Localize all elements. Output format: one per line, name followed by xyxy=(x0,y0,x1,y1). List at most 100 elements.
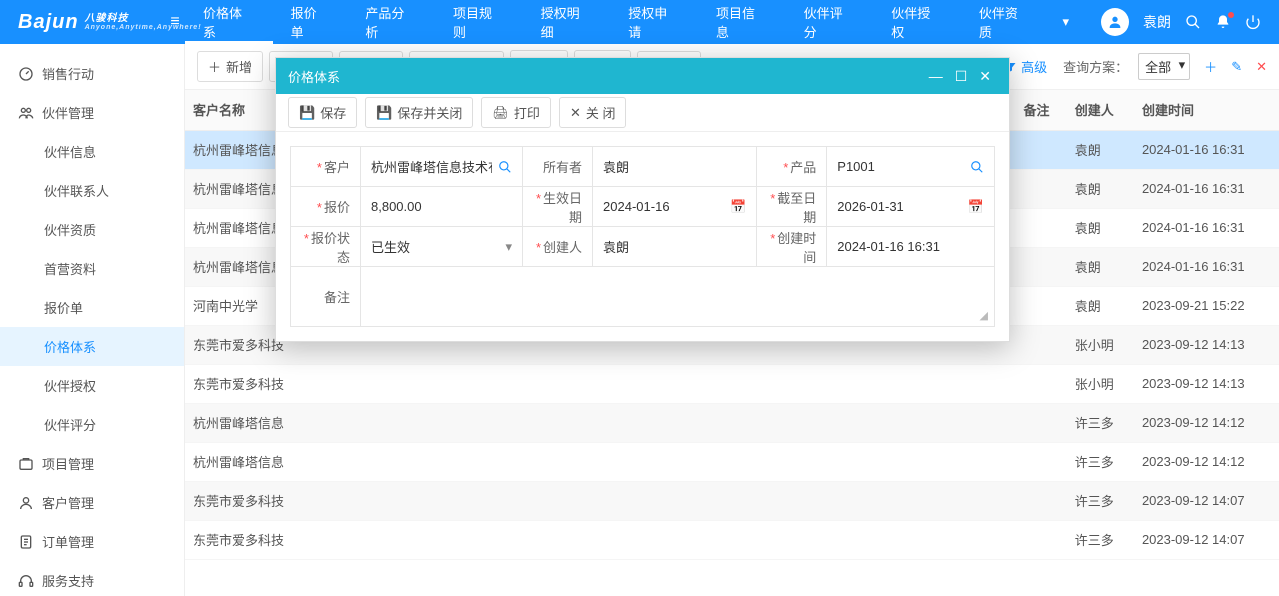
lbl-status: 报价状态 xyxy=(291,227,361,267)
table-cell: 2024-01-16 16:31 xyxy=(1134,169,1279,208)
topbar: Bajun 八骏科技 Anyone,Anytime,Anywhere! ≡ 价格… xyxy=(0,0,1279,44)
nav-tab[interactable]: 伙伴评分 xyxy=(786,0,874,44)
table-cell xyxy=(316,520,399,559)
lbl-createtime: 创建时间 xyxy=(757,227,827,267)
input-memo[interactable] xyxy=(371,271,984,319)
table-cell xyxy=(849,364,932,403)
sidebar-subitem[interactable]: 伙伴授权 xyxy=(0,366,184,405)
input-customer[interactable] xyxy=(371,159,492,174)
username[interactable]: 袁朗 xyxy=(1143,12,1171,32)
table-cell xyxy=(482,364,549,403)
save-icon: 💾 xyxy=(299,105,315,121)
input-enddate[interactable] xyxy=(837,199,962,214)
input-effdate[interactable] xyxy=(603,199,724,214)
table-cell xyxy=(849,520,932,559)
table-cell xyxy=(399,442,482,481)
nav-tab[interactable]: 价格体系 xyxy=(185,0,273,44)
table-cell: 2024-01-16 16:31 xyxy=(1134,130,1279,169)
modal-save-button[interactable]: 💾保存 xyxy=(288,97,357,128)
table-cell: 张小明 xyxy=(1067,325,1134,364)
table-row[interactable]: 杭州雷峰塔信息许三多2023-09-12 14:12 xyxy=(185,442,1279,481)
partner-icon xyxy=(18,105,34,121)
search-icon[interactable] xyxy=(1185,14,1201,30)
column-header[interactable]: 备注 xyxy=(1015,90,1066,130)
table-row[interactable]: 杭州雷峰塔信息许三多2023-09-12 14:12 xyxy=(185,403,1279,442)
table-cell: 2023-09-12 14:13 xyxy=(1134,325,1279,364)
table-cell xyxy=(316,481,399,520)
modal-form: 客户 所有者 袁朗 产品 报价 生效日期 📅 截至日期 📅 xyxy=(290,146,995,327)
nav-tab[interactable]: 伙伴资质 xyxy=(961,0,1049,44)
modal-header[interactable]: 价格体系 — ☐ ✕ xyxy=(276,58,1009,94)
modal-close-button[interactable]: ✕关 闭 xyxy=(559,97,627,128)
lookup-icon[interactable] xyxy=(970,160,984,174)
scheme-select[interactable]: 全部 ▾ xyxy=(1138,53,1190,80)
sidebar-item[interactable]: 客户管理 xyxy=(0,483,184,522)
modal-save-close-button[interactable]: 💾保存并关闭 xyxy=(365,97,473,128)
modal-print-button[interactable]: 🖨打印 xyxy=(481,97,551,128)
support-icon xyxy=(18,573,34,589)
scheme-edit-icon[interactable]: ✎ xyxy=(1231,59,1242,75)
table-cell xyxy=(399,364,482,403)
table-cell: 袁朗 xyxy=(1067,208,1134,247)
calendar-icon[interactable]: 📅 xyxy=(730,199,746,215)
sidebar-subitem[interactable]: 价格体系 xyxy=(0,327,184,366)
nav-tab[interactable]: 伙伴授权 xyxy=(873,0,961,44)
input-price[interactable] xyxy=(371,199,512,214)
input-product[interactable] xyxy=(837,159,964,174)
sidebar-subitem[interactable]: 伙伴资质 xyxy=(0,210,184,249)
modal-min-icon[interactable]: — xyxy=(923,68,949,84)
chevron-down-icon[interactable]: ▾ xyxy=(506,239,513,255)
advanced-link[interactable]: 高级 xyxy=(1005,57,1047,76)
table-cell xyxy=(632,481,715,520)
column-header[interactable]: 创建人 xyxy=(1067,90,1134,130)
sidebar-subitem[interactable]: 报价单 xyxy=(0,288,184,327)
table-cell xyxy=(1015,169,1066,208)
brand-slogan: Anyone,Anytime,Anywhere! xyxy=(85,24,202,32)
nav-tab[interactable]: 报价单 xyxy=(273,0,348,44)
table-cell xyxy=(715,403,766,442)
sidebar-subitem[interactable]: 伙伴评分 xyxy=(0,405,184,444)
bell-icon[interactable] xyxy=(1215,14,1231,30)
table-cell xyxy=(766,481,849,520)
sidebar-subitem[interactable]: 首营资料 xyxy=(0,249,184,288)
sidebar-item[interactable]: 订单管理 xyxy=(0,522,184,561)
table-row[interactable]: 东莞市爱多科技许三多2023-09-12 14:07 xyxy=(185,520,1279,559)
nav-tab[interactable]: 产品分析 xyxy=(347,0,435,44)
sidebar-item[interactable]: 销售行动 xyxy=(0,54,184,93)
table-cell: 杭州雷峰塔信息 xyxy=(185,442,316,481)
project-icon xyxy=(18,456,34,472)
lookup-icon[interactable] xyxy=(498,160,512,174)
nav-tab[interactable]: 项目规则 xyxy=(435,0,523,44)
lbl-customer: 客户 xyxy=(291,147,361,187)
table-row[interactable]: 东莞市爱多科技张小明2023-09-12 14:13 xyxy=(185,364,1279,403)
sidebar-item[interactable]: 伙伴管理 xyxy=(0,93,184,132)
sidebar: 销售行动伙伴管理伙伴信息伙伴联系人伙伴资质首营资料报价单价格体系伙伴授权伙伴评分… xyxy=(0,44,185,596)
nav-tab[interactable]: 项目信息 xyxy=(698,0,786,44)
nav-tab[interactable]: 授权申请 xyxy=(610,0,698,44)
modal-max-icon[interactable]: ☐ xyxy=(949,68,974,85)
table-cell xyxy=(549,442,632,481)
nav-tab[interactable]: 授权明细 xyxy=(523,0,611,44)
sidebar-item[interactable]: 服务支持 xyxy=(0,561,184,596)
add-button[interactable]: ＋新增 xyxy=(197,51,263,82)
resize-grip-icon[interactable]: ◢ xyxy=(980,309,988,322)
nav-more-icon[interactable]: ▾ xyxy=(1048,14,1083,30)
table-cell xyxy=(316,442,399,481)
table-row[interactable]: 东莞市爱多科技许三多2023-09-12 14:07 xyxy=(185,481,1279,520)
input-status[interactable] xyxy=(371,239,500,254)
dashboard-icon xyxy=(18,66,34,82)
table-cell: 东莞市爱多科技 xyxy=(185,364,316,403)
power-icon[interactable] xyxy=(1245,14,1261,30)
table-cell xyxy=(932,364,1015,403)
calendar-icon[interactable]: 📅 xyxy=(968,199,984,215)
scheme-delete-icon[interactable]: ✕ xyxy=(1256,59,1267,75)
table-cell xyxy=(849,481,932,520)
modal-close-icon[interactable]: ✕ xyxy=(973,68,997,85)
avatar[interactable] xyxy=(1101,8,1129,36)
column-header[interactable]: 创建时间 xyxy=(1134,90,1279,130)
sidebar-subitem[interactable]: 伙伴信息 xyxy=(0,132,184,171)
scheme-add-icon[interactable]: ＋ xyxy=(1204,57,1217,76)
sidebar-item[interactable]: 项目管理 xyxy=(0,444,184,483)
sidebar-subitem[interactable]: 伙伴联系人 xyxy=(0,171,184,210)
table-cell xyxy=(1015,481,1066,520)
